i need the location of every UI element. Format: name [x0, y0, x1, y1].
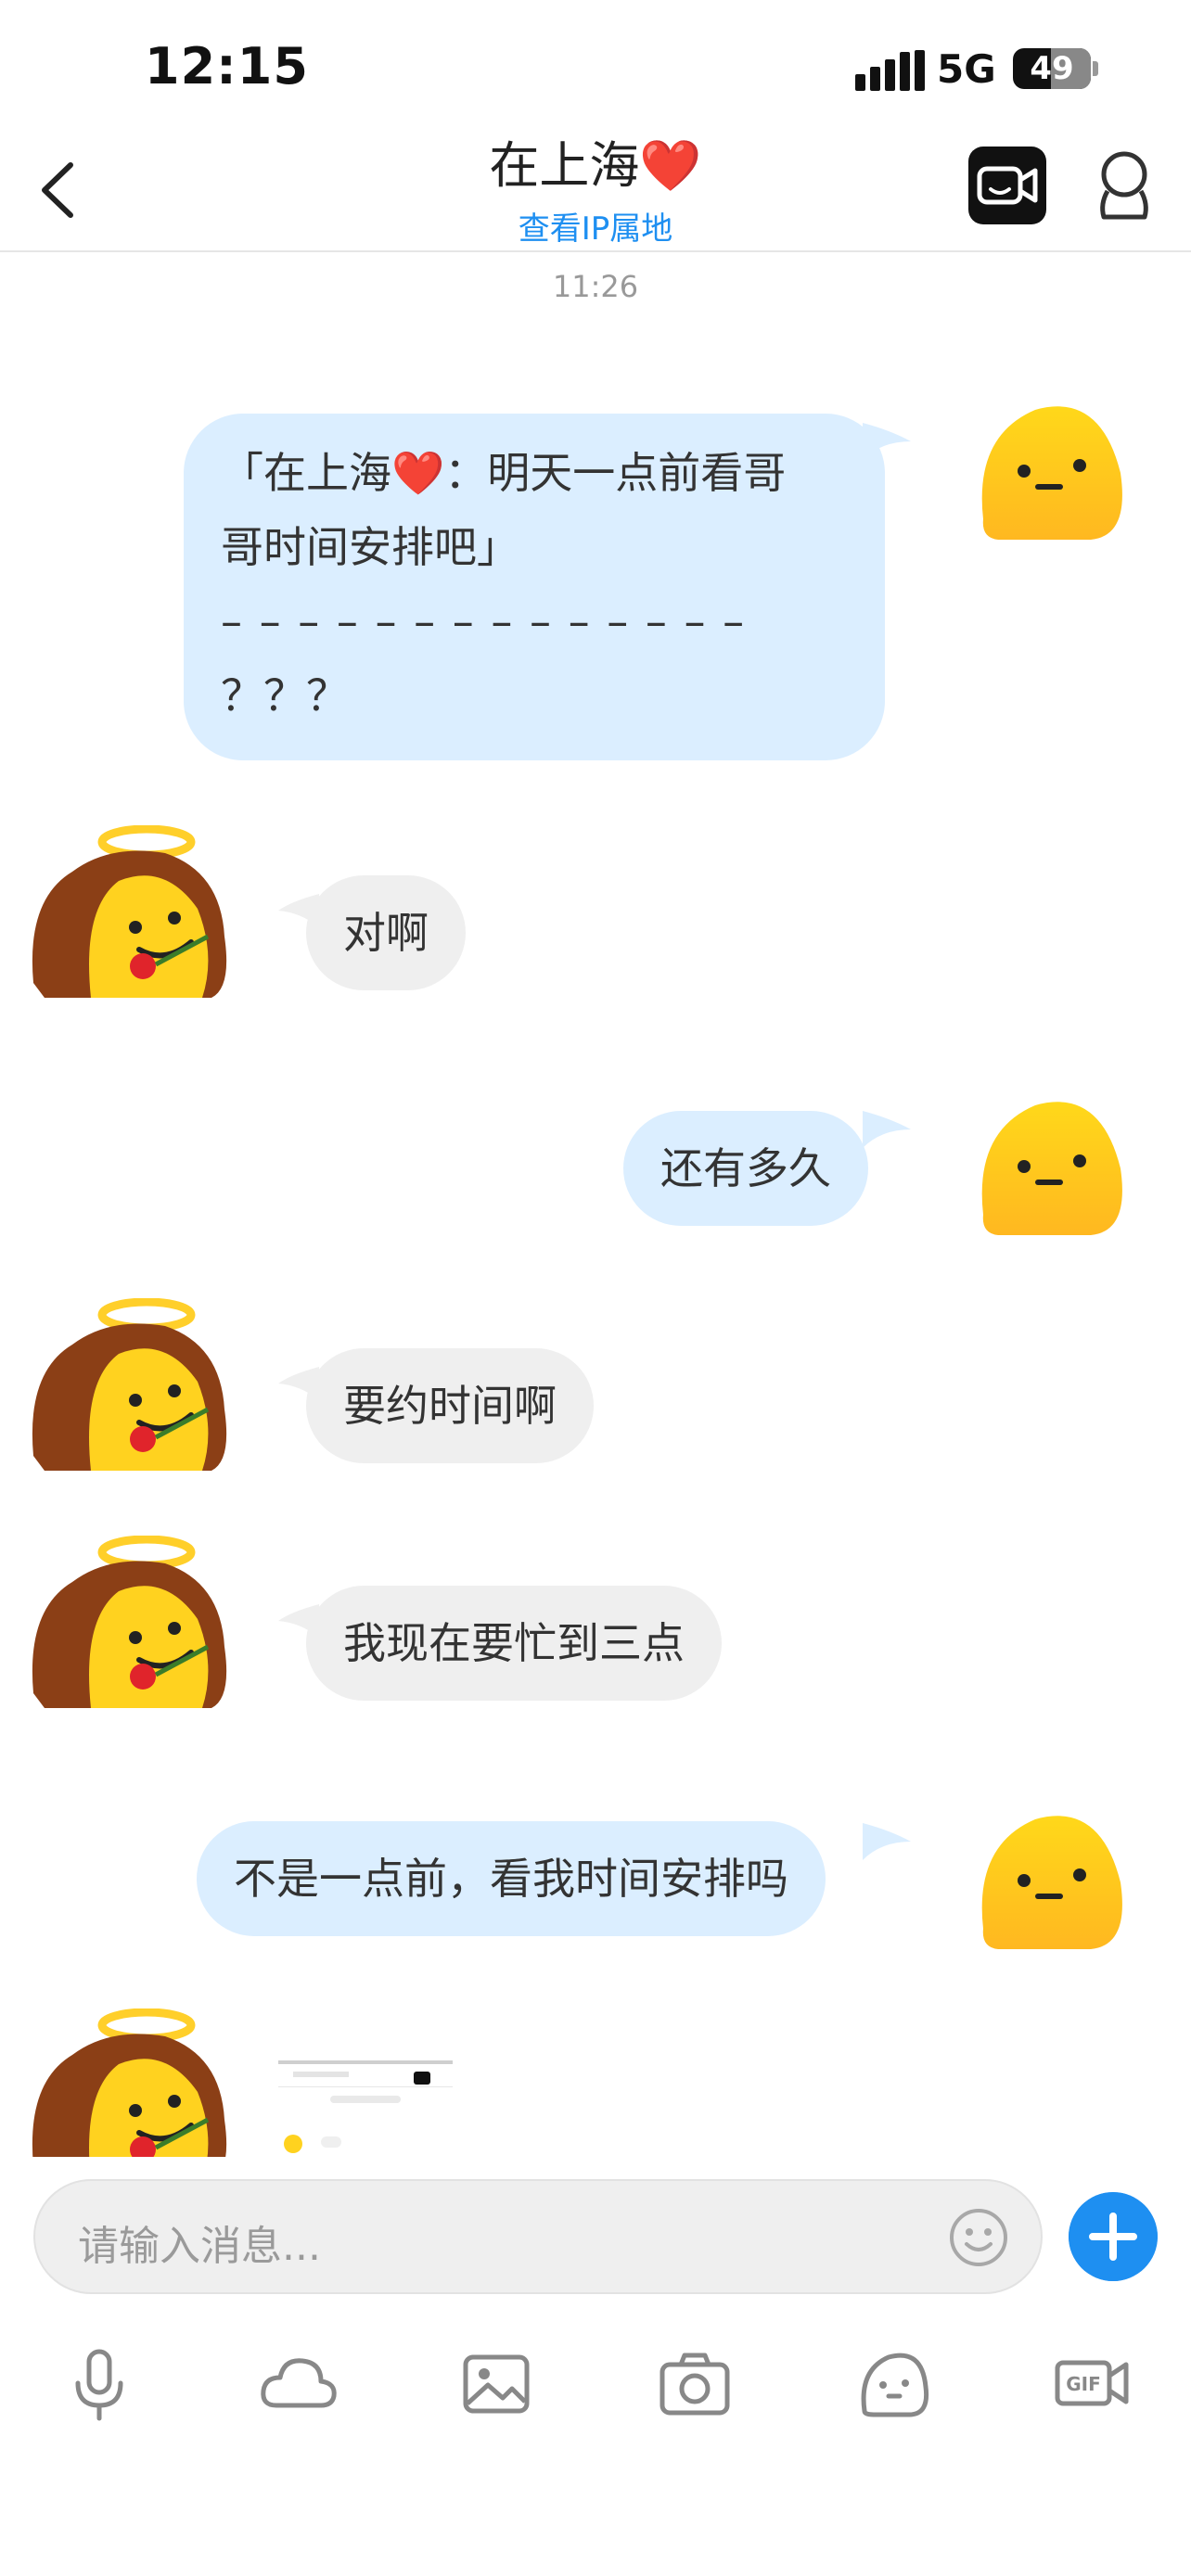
- plus-icon[interactable]: [1069, 2192, 1158, 2281]
- message-text: 对啊: [343, 908, 429, 958]
- message-divider: – – – – – – – – – – – – – –: [221, 596, 747, 646]
- chat-timestamp: 11:26: [552, 269, 639, 304]
- image-icon[interactable]: [455, 2342, 538, 2426]
- message-bubble-self[interactable]: 「在上海❤️：明天一点前看哥 哥时间安排吧」 – – – – – – – – –…: [184, 414, 885, 760]
- profile-icon[interactable]: [1091, 147, 1158, 224]
- message-line: 「在上海❤️：明天一点前看哥: [221, 448, 787, 498]
- message-text: 不是一点前，看我时间安排吗: [234, 1854, 788, 1904]
- bubble-tail: [863, 1823, 911, 1860]
- chat-header: 在上海❤️ 查看IP属地: [0, 111, 1191, 252]
- svg-text:GIF: GIF: [1066, 2373, 1101, 2395]
- gif-icon[interactable]: GIF: [1050, 2342, 1133, 2426]
- bubble-tail: [863, 1111, 911, 1148]
- camera-icon[interactable]: [653, 2342, 736, 2426]
- cloud-icon[interactable]: [256, 2342, 339, 2426]
- image-message-thumbnail[interactable]: [275, 2055, 456, 2159]
- message-line: ？？？: [221, 670, 349, 721]
- message-bubble-other[interactable]: 对啊: [306, 875, 466, 990]
- signal-icon: [855, 50, 925, 91]
- network-type: 5G: [937, 46, 996, 92]
- battery-cap: [1093, 61, 1098, 76]
- message-text: 还有多久: [660, 1143, 831, 1193]
- battery-level: 49: [1030, 50, 1074, 87]
- video-call-icon[interactable]: [968, 147, 1046, 224]
- contact-avatar[interactable]: [26, 1298, 232, 1474]
- contact-avatar[interactable]: [26, 825, 232, 1001]
- status-time: 12:15: [145, 37, 309, 96]
- message-input[interactable]: 请输入消息...: [33, 2179, 1043, 2294]
- smiley-icon[interactable]: [948, 2207, 1009, 2268]
- message-text: 我现在要忙到三点: [343, 1618, 685, 1668]
- microphone-icon[interactable]: [58, 2342, 141, 2426]
- message-bubble-other[interactable]: 我现在要忙到三点: [306, 1586, 722, 1701]
- message-input-placeholder: 请输入消息...: [78, 2223, 321, 2270]
- contact-avatar[interactable]: [26, 1536, 232, 1712]
- message-text: 要约时间啊: [343, 1381, 557, 1431]
- input-toolbar: GIF: [0, 2342, 1191, 2454]
- self-avatar[interactable]: [970, 1808, 1128, 1957]
- message-line: 哥时间安排吧」: [221, 522, 519, 572]
- battery-icon: 49: [1013, 48, 1091, 89]
- self-avatar[interactable]: [970, 399, 1128, 547]
- composer: 请输入消息... GIF: [0, 2157, 1191, 2576]
- message-bubble-self[interactable]: 还有多久: [623, 1111, 868, 1226]
- sticker-face-icon[interactable]: [852, 2342, 935, 2426]
- message-bubble-self[interactable]: 不是一点前，看我时间安排吗: [197, 1821, 826, 1936]
- self-avatar[interactable]: [970, 1094, 1128, 1243]
- message-bubble-other[interactable]: 要约时间啊: [306, 1348, 594, 1463]
